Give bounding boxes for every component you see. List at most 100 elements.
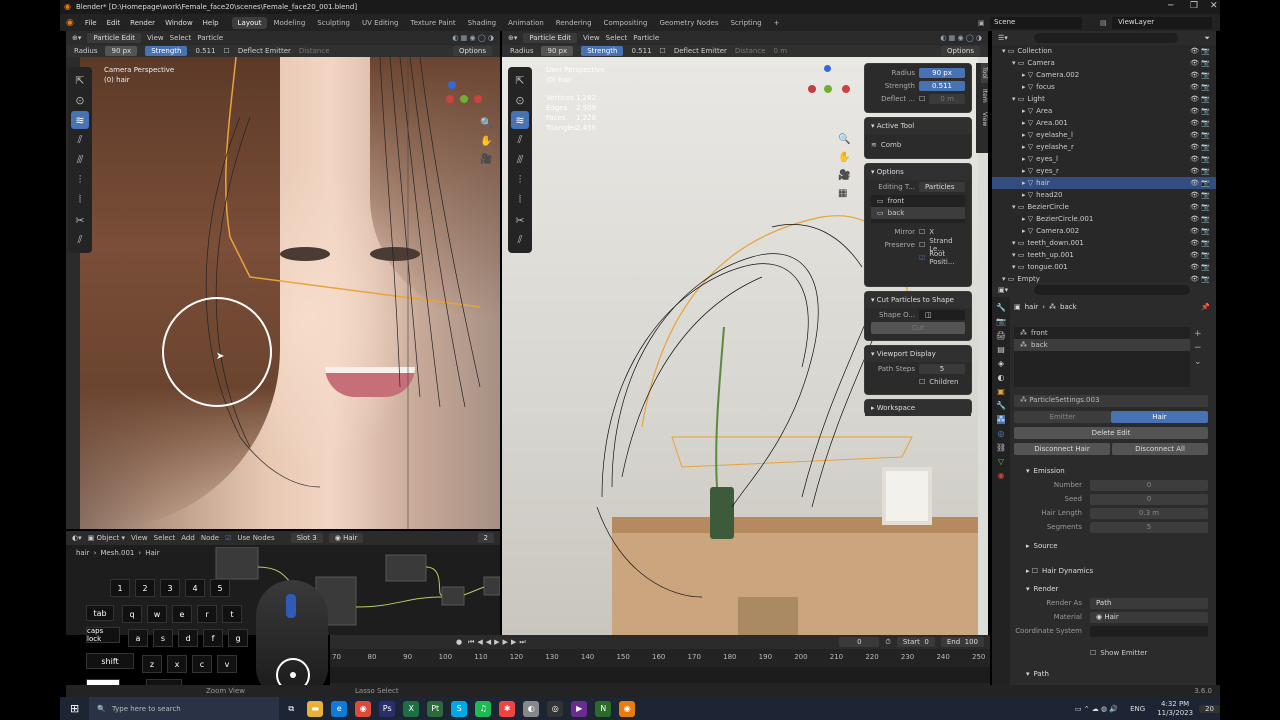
weight-tool-icon[interactable]: ⫽ [71,231,89,249]
npanel-radius-field[interactable]: 90 px [919,67,965,78]
end-frame-field[interactable]: End 100 [940,637,984,647]
outliner-item[interactable]: ▾ ▭ Light 👁 📷 [992,93,1216,105]
right-smooth-tool-icon[interactable]: ⫽ [511,131,529,149]
grid-view-icon[interactable]: ▦ [838,185,850,203]
slot-select[interactable]: Slot 3 [290,533,323,543]
visibility-icon[interactable]: 👁 📷 [1190,71,1216,79]
visibility-icon[interactable]: 👁 📷 [1190,143,1216,151]
smooth-tool-icon[interactable]: ⫽ [71,131,89,149]
left-deflect-checkbox[interactable]: ☐ [224,47,230,55]
outliner-item[interactable]: ▸ ▽ eyes_r 👁 📷 [992,165,1216,177]
output-tab-icon[interactable]: 🖨 [996,331,1006,340]
workspace-header[interactable]: ▸ Workspace [865,400,971,416]
npanel-deflect-field[interactable]: 0 m [929,93,965,104]
active-tool-header[interactable]: ▾ Active Tool [865,118,971,134]
editing-type-select[interactable]: Particles [919,181,965,192]
length-tool-icon[interactable]: ⫶ [71,171,89,189]
options-header[interactable]: ▾ Options [865,164,971,180]
npanel-tab-item[interactable]: Item [981,85,988,107]
outliner-item[interactable]: ▾ ▭ Camera 👁 📷 [992,57,1216,69]
constraints-tab-icon[interactable]: ⛓ [996,443,1006,452]
menu-help[interactable]: Help [198,19,224,27]
material-select[interactable]: ◉ Hair [1090,611,1208,623]
outliner-item[interactable]: ▸ ▽ Area.001 👁 📷 [992,117,1216,129]
left-strength-label[interactable]: Strength [145,46,188,56]
workspace-tab-geometry-nodes[interactable]: Geometry Nodes [653,17,724,29]
visibility-icon[interactable]: 👁 📷 [1190,107,1216,115]
visibility-icon[interactable]: 👁 📷 [1190,215,1216,223]
show-emitter-checkbox[interactable]: ☐ [1090,649,1096,657]
physics-tab-icon[interactable]: ◎ [998,429,1005,438]
right-deflect-checkbox[interactable]: ☐ [660,47,666,55]
app-icon[interactable]: ✱ [499,700,516,717]
node-menu-view[interactable]: View [131,534,148,542]
left-menu-select[interactable]: Select [170,34,192,42]
left-menu-particle[interactable]: Particle [197,34,223,42]
disconnect-hair-button[interactable]: Disconnect Hair [1014,443,1110,455]
scene-tab-icon[interactable]: ◈ [998,359,1004,368]
disconnect-all-button[interactable]: Disconnect All [1112,443,1208,455]
right-radius-field[interactable]: 90 px [541,46,574,56]
render-tab-icon[interactable]: 📷 [996,317,1006,326]
list-item[interactable]: ▭ front [871,195,965,207]
add-system-icon[interactable]: + [1194,327,1206,341]
outliner-item[interactable]: ▾ ▭ Collection 👁 📷 [992,45,1216,57]
visibility-icon[interactable]: 👁 📷 [1190,119,1216,127]
right-cut-tool-icon[interactable]: ✂ [511,211,529,229]
node-menu-add[interactable]: Add [181,534,195,542]
right-strength-value[interactable]: 0.511 [631,47,651,55]
left-mode-selector[interactable]: Particle Edit [87,33,142,43]
visibility-icon[interactable]: 👁 📷 [1190,83,1216,91]
strand-length-checkbox[interactable]: ☐ [919,241,925,249]
right-pan-hand-icon[interactable]: ✋ [838,149,850,167]
visibility-icon[interactable]: 👁 📷 [1190,275,1216,283]
user-count[interactable]: 2 [477,533,494,543]
cut-button[interactable]: Cut [871,321,965,334]
path-steps-field[interactable]: 5 [919,363,965,374]
camera-view-icon[interactable]: 🎥 [480,151,492,169]
right-cursor-tool-icon[interactable]: ⊙ [511,91,529,109]
skype-icon[interactable]: S [451,700,468,717]
right-editor-type-icon[interactable]: ⊕▾ [508,34,517,42]
emission-field-value[interactable]: 0 [1090,493,1208,505]
render-as-select[interactable]: Path [1090,597,1208,609]
emission-field-value[interactable]: 0 [1090,479,1208,491]
shape-object-field[interactable]: ◫ [919,309,965,320]
object-tab-icon[interactable]: ▣ [997,387,1005,396]
minimize-icon[interactable]: ─ [1168,1,1173,11]
outliner-search-input[interactable] [1033,33,1179,43]
clock[interactable]: 4:32 PM 11/3/2023 [1151,700,1199,718]
menu-file[interactable]: File [80,19,102,27]
close-icon[interactable]: ✕ [1210,1,1218,11]
outliner-item[interactable]: ▸ ▽ eyes_l 👁 📷 [992,153,1216,165]
spotify-icon[interactable]: ♫ [475,700,492,717]
language-indicator[interactable]: ENG [1124,705,1151,713]
chrome-icon[interactable]: ◉ [355,700,372,717]
left-menu-view[interactable]: View [147,34,164,42]
outliner-item[interactable]: ▸ ▽ Area 👁 📷 [992,105,1216,117]
cut-particles-header[interactable]: ▾ Cut Particles to Shape [865,292,971,308]
path-header[interactable]: ▾ Path [1014,666,1208,681]
right-menu-particle[interactable]: Particle [633,34,659,42]
right-length-tool-icon[interactable]: ⫶ [511,171,529,189]
edge-icon[interactable]: e [331,700,348,717]
workspace-tab-uv-editing[interactable]: UV Editing [356,17,405,29]
outliner-item[interactable]: ▸ ▽ head20 👁 📷 [992,189,1216,201]
menu-edit[interactable]: Edit [102,19,126,27]
workspace-tab-shading[interactable]: Shading [462,17,502,29]
right-distance-value[interactable]: 0 m [774,47,788,55]
list-item[interactable]: ⁂ front [1014,327,1190,339]
list-item[interactable]: ▭ back [871,207,965,219]
outliner-item[interactable]: ▸ ▽ Camera.002 👁 📷 [992,69,1216,81]
playback-controls[interactable]: ⏮◀◀▶▶▶⏭ [468,638,529,647]
source-header[interactable]: ▸ Source [1014,538,1208,553]
outliner-item[interactable]: ▾ ▭ BezierCircle 👁 📷 [992,201,1216,213]
select-tool-icon[interactable]: ⇱ [71,71,89,89]
obs-icon[interactable]: ◎ [547,700,564,717]
root-position-checkbox[interactable]: ☑ [919,254,925,262]
right-menu-view[interactable]: View [583,34,600,42]
list-item[interactable]: ⁂ back [1014,339,1190,351]
puff-tool-icon[interactable]: ⦚ [71,191,89,209]
outliner-item[interactable]: ▾ ▭ tongue.001 👁 📷 [992,261,1216,273]
workspace-tab-sculpting[interactable]: Sculpting [311,17,356,29]
